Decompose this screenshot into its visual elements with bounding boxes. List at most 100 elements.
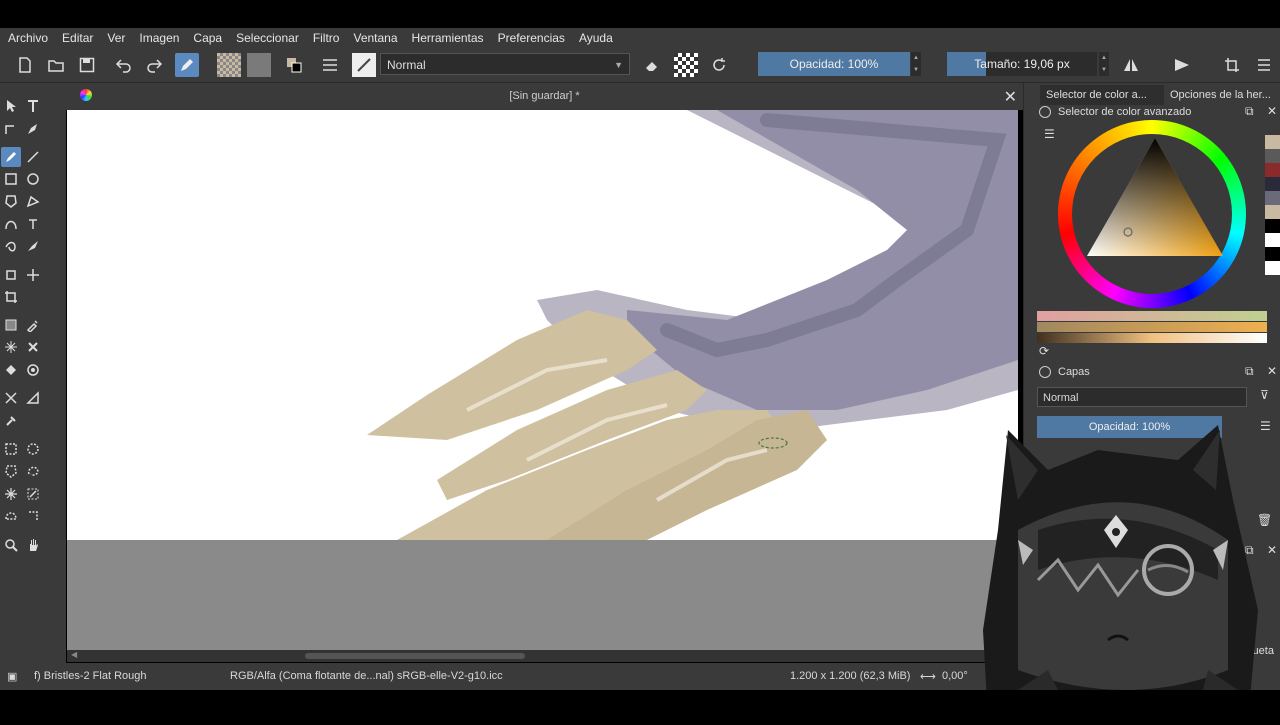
color-sliders[interactable] bbox=[1037, 311, 1267, 344]
line-tool-icon[interactable] bbox=[23, 147, 43, 167]
document-tab[interactable]: [Sin guardar] * ✕ bbox=[66, 83, 1023, 110]
value-bar[interactable] bbox=[1037, 333, 1267, 343]
color-settings-icon[interactable]: ☰ bbox=[1044, 127, 1055, 141]
freehand-brush-icon[interactable] bbox=[1, 147, 21, 167]
menu-ver[interactable]: Ver bbox=[99, 31, 131, 45]
brush-settings-icon[interactable] bbox=[318, 53, 342, 77]
menu-filtro[interactable]: Filtro bbox=[305, 31, 346, 45]
size-spinner[interactable]: ▲ ▼ bbox=[1099, 52, 1109, 76]
hue-bar[interactable] bbox=[1037, 311, 1267, 321]
tab-color-selector[interactable]: Selector de color a... bbox=[1040, 85, 1164, 105]
eraser-icon[interactable] bbox=[640, 53, 664, 77]
menu-ventana[interactable]: Ventana bbox=[345, 31, 403, 45]
ellipse-select-icon[interactable] bbox=[23, 439, 43, 459]
menu-imagen[interactable]: Imagen bbox=[131, 31, 185, 45]
fg-bg-color-icon[interactable] bbox=[282, 53, 306, 77]
swatch[interactable] bbox=[1265, 163, 1280, 177]
canvas-drawing[interactable] bbox=[67, 110, 1018, 650]
transform-tool-icon[interactable] bbox=[1, 265, 21, 285]
multibrush-icon[interactable] bbox=[23, 236, 43, 256]
magnetic-select-icon[interactable] bbox=[23, 506, 43, 526]
workspace-icon[interactable] bbox=[1252, 53, 1276, 77]
swatch[interactable] bbox=[1265, 233, 1280, 247]
measure-tool-icon[interactable] bbox=[23, 388, 43, 408]
mirror-horizontal-icon[interactable] bbox=[1119, 53, 1143, 77]
gradient-icon[interactable] bbox=[247, 53, 271, 77]
opacity-spinner[interactable]: ▲ ▼ bbox=[911, 52, 921, 76]
assistant-tool-icon[interactable] bbox=[1, 388, 21, 408]
ellipse-tool-icon[interactable] bbox=[23, 169, 43, 189]
bezier-select-icon[interactable] bbox=[1, 506, 21, 526]
reload-preset-icon[interactable] bbox=[707, 53, 731, 77]
layers-close-icon[interactable]: ✕ bbox=[1267, 364, 1277, 378]
edit-shapes-icon[interactable] bbox=[1, 119, 21, 139]
layer-filter-icon[interactable]: ⊽ bbox=[1260, 388, 1269, 402]
color-panel-lock-icon[interactable] bbox=[1039, 106, 1051, 118]
undo-icon[interactable] bbox=[112, 53, 136, 77]
menu-seleccionar[interactable]: Seleccionar bbox=[228, 31, 305, 45]
zoom-tool-icon[interactable] bbox=[1, 535, 21, 555]
close-document-icon[interactable]: ✕ bbox=[1004, 87, 1017, 107]
saturation-bar[interactable] bbox=[1037, 322, 1267, 332]
contiguous-select-icon[interactable] bbox=[1, 484, 21, 504]
swatch[interactable] bbox=[1265, 177, 1280, 191]
rectangle-tool-icon[interactable] bbox=[1, 169, 21, 189]
swatch[interactable] bbox=[1265, 149, 1280, 163]
alpha-lock-icon[interactable] bbox=[674, 53, 698, 77]
swatch[interactable] bbox=[1265, 205, 1280, 219]
swatch[interactable] bbox=[1265, 261, 1280, 275]
freehand-select-icon[interactable] bbox=[23, 461, 43, 481]
wrap-around-icon[interactable] bbox=[1220, 53, 1244, 77]
menu-capa[interactable]: Capa bbox=[185, 31, 228, 45]
reference-images-icon[interactable] bbox=[1, 411, 21, 431]
layers-lock-icon[interactable] bbox=[1039, 366, 1051, 378]
pan-tool-icon[interactable] bbox=[23, 535, 43, 555]
brush-preset-icon[interactable] bbox=[352, 53, 376, 77]
text-tool-icon[interactable] bbox=[23, 96, 43, 116]
menu-archivo[interactable]: Archivo bbox=[0, 31, 54, 45]
swatch[interactable] bbox=[1265, 135, 1280, 149]
color-triangle[interactable] bbox=[1087, 138, 1223, 256]
horizontal-scrollbar[interactable]: ◀ bbox=[67, 650, 1018, 662]
crop-tool-icon[interactable] bbox=[1, 287, 21, 307]
colorize-mask-icon[interactable] bbox=[23, 337, 43, 357]
canvas-area[interactable] bbox=[67, 110, 1018, 650]
brush-editor-icon[interactable] bbox=[175, 53, 199, 77]
bezier-tool-icon[interactable] bbox=[1, 214, 21, 234]
save-icon[interactable] bbox=[75, 53, 99, 77]
menu-preferencias[interactable]: Preferencias bbox=[490, 31, 571, 45]
calligraphy-icon[interactable] bbox=[23, 119, 43, 139]
mirror-vertical-icon[interactable] bbox=[1170, 53, 1194, 77]
scroll-left-icon[interactable]: ◀ bbox=[71, 650, 77, 659]
similar-select-icon[interactable] bbox=[23, 484, 43, 504]
gradient-tool-icon[interactable] bbox=[1, 315, 21, 335]
float-panel-icon[interactable]: ⧉ bbox=[1245, 104, 1254, 119]
fill-tool-icon[interactable] bbox=[1, 360, 21, 380]
menu-herramientas[interactable]: Herramientas bbox=[404, 31, 490, 45]
swatch[interactable] bbox=[1265, 247, 1280, 261]
smart-patch-icon[interactable] bbox=[1, 337, 21, 357]
menu-ayuda[interactable]: Ayuda bbox=[571, 31, 619, 45]
move-tool-icon[interactable] bbox=[23, 265, 43, 285]
close-panel-icon[interactable]: ✕ bbox=[1267, 104, 1277, 118]
fill-pattern-icon[interactable] bbox=[217, 53, 241, 77]
refresh-colors-icon[interactable]: ⟳ bbox=[1039, 344, 1049, 358]
polygon-select-icon[interactable] bbox=[1, 461, 21, 481]
new-document-icon[interactable] bbox=[13, 53, 37, 77]
redo-icon[interactable] bbox=[142, 53, 166, 77]
selection-indicator-icon[interactable]: ▣ bbox=[7, 670, 17, 683]
menu-editar[interactable]: Editar bbox=[54, 31, 99, 45]
recent-swatches[interactable] bbox=[1265, 135, 1280, 275]
layer-blend-select[interactable]: Normal bbox=[1037, 387, 1247, 407]
select-shapes-icon[interactable] bbox=[1, 96, 21, 116]
tab-tool-options[interactable]: Opciones de la her... bbox=[1164, 85, 1280, 105]
dynamic-brush-icon[interactable] bbox=[1, 236, 21, 256]
polygon-tool-icon[interactable] bbox=[1, 191, 21, 211]
scrollbar-thumb[interactable] bbox=[305, 653, 525, 659]
open-folder-icon[interactable] bbox=[44, 53, 68, 77]
polyline-tool-icon[interactable] bbox=[23, 191, 43, 211]
swatch[interactable] bbox=[1265, 219, 1280, 233]
opacity-slider[interactable]: Opacidad: 100% bbox=[758, 52, 910, 76]
layers-float-icon[interactable]: ⧉ bbox=[1245, 364, 1254, 379]
enclose-fill-icon[interactable] bbox=[23, 360, 43, 380]
